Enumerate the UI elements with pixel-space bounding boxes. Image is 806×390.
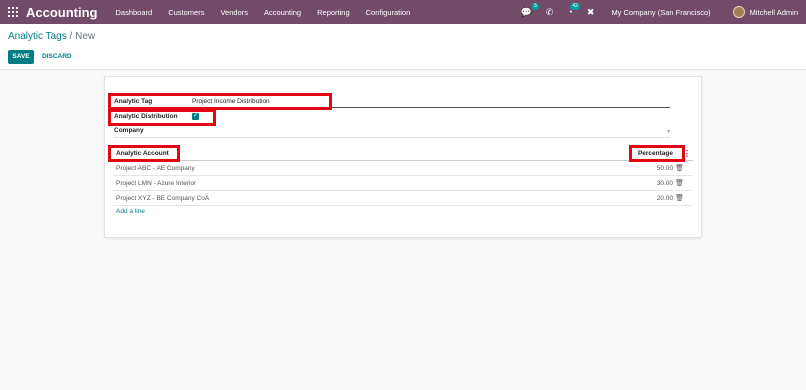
user-avatar[interactable] [732,6,745,18]
phone-icon[interactable]: ✆ [546,7,554,17]
analytic-tag-input[interactable]: Project Income Distribution [192,98,270,105]
column-percentage[interactable]: Percentage [638,150,673,157]
table-header: Analytic Account Percentage [113,145,693,161]
activity-badge: 42 [570,2,580,10]
table-row[interactable]: Project LMN - Azure Interior 30.00 🗑 [113,176,693,191]
main-menu: Dashboard Customers Vendors Accounting R… [108,8,419,17]
apps-menu-icon[interactable] [8,7,18,17]
breadcrumb-parent[interactable]: Analytic Tags [8,31,67,42]
menu-reporting[interactable]: Reporting [317,8,350,17]
row-account[interactable]: Project ABC - AE Company [116,165,195,172]
activity-clock-icon[interactable]: ◔ 42 [567,2,580,17]
optional-columns-icon[interactable]: ⋮ [683,149,691,158]
add-line-link[interactable]: Add a line [116,208,145,215]
column-analytic-account[interactable]: Analytic Account [116,150,169,157]
control-panel: Analytic Tags / New SAVE DISCARD [0,24,806,70]
chat-badge: 5 [532,2,539,10]
systray: 💬 5 ✆ ◔ 42 ✖ My Company (San Francisco) Mi… [514,0,806,24]
table-row[interactable]: Project ABC - AE Company 50.00 🗑 [113,161,693,176]
trash-icon[interactable]: 🗑 [675,194,684,202]
company-label: Company [114,127,144,134]
analytic-distribution-checkbox[interactable]: ✓ [192,113,199,120]
trash-icon[interactable]: 🗑 [675,164,684,172]
row-account[interactable]: Project XYZ - BE Company CoA [116,195,209,202]
user-menu[interactable]: Mitchell Admin [750,8,798,17]
breadcrumb-separator: / [66,31,76,42]
debug-tools-icon[interactable]: ✖ [587,7,595,17]
menu-configuration[interactable]: Configuration [366,8,411,17]
menu-dashboard[interactable]: Dashboard [116,8,153,17]
form-sheet: Analytic Tag Project Income Distribution… [104,76,702,238]
row-percentage[interactable]: 20.00 [657,195,673,202]
row-account[interactable]: Project LMN - Azure Interior [116,180,196,187]
analytic-distribution-label: Analytic Distribution [114,113,178,120]
app-brand[interactable]: Accounting [26,5,98,20]
analytic-tag-underline [190,107,670,108]
table-row[interactable]: Project XYZ - BE Company CoA 20.00 🗑 [113,191,693,206]
company-underline [114,137,670,138]
breadcrumb-current: New [75,31,96,42]
top-navbar: Accounting Dashboard Customers Vendors A… [0,0,806,24]
menu-accounting[interactable]: Accounting [264,8,301,17]
row-percentage[interactable]: 30.00 [657,180,673,187]
analytic-tag-label: Analytic Tag [114,98,153,105]
save-button[interactable]: SAVE [8,50,34,64]
breadcrumb: Analytic Tags / New [8,31,95,42]
menu-vendors[interactable]: Vendors [220,8,248,17]
company-switcher[interactable]: My Company (San Francisco) [611,8,710,17]
discard-button[interactable]: DISCARD [42,50,72,64]
row-percentage[interactable]: 50.00 [657,165,673,172]
chat-icon[interactable]: 💬 5 [521,2,539,17]
company-dropdown-caret-icon[interactable]: ▼ [666,129,671,135]
trash-icon[interactable]: 🗑 [675,179,684,187]
menu-customers[interactable]: Customers [168,8,204,17]
